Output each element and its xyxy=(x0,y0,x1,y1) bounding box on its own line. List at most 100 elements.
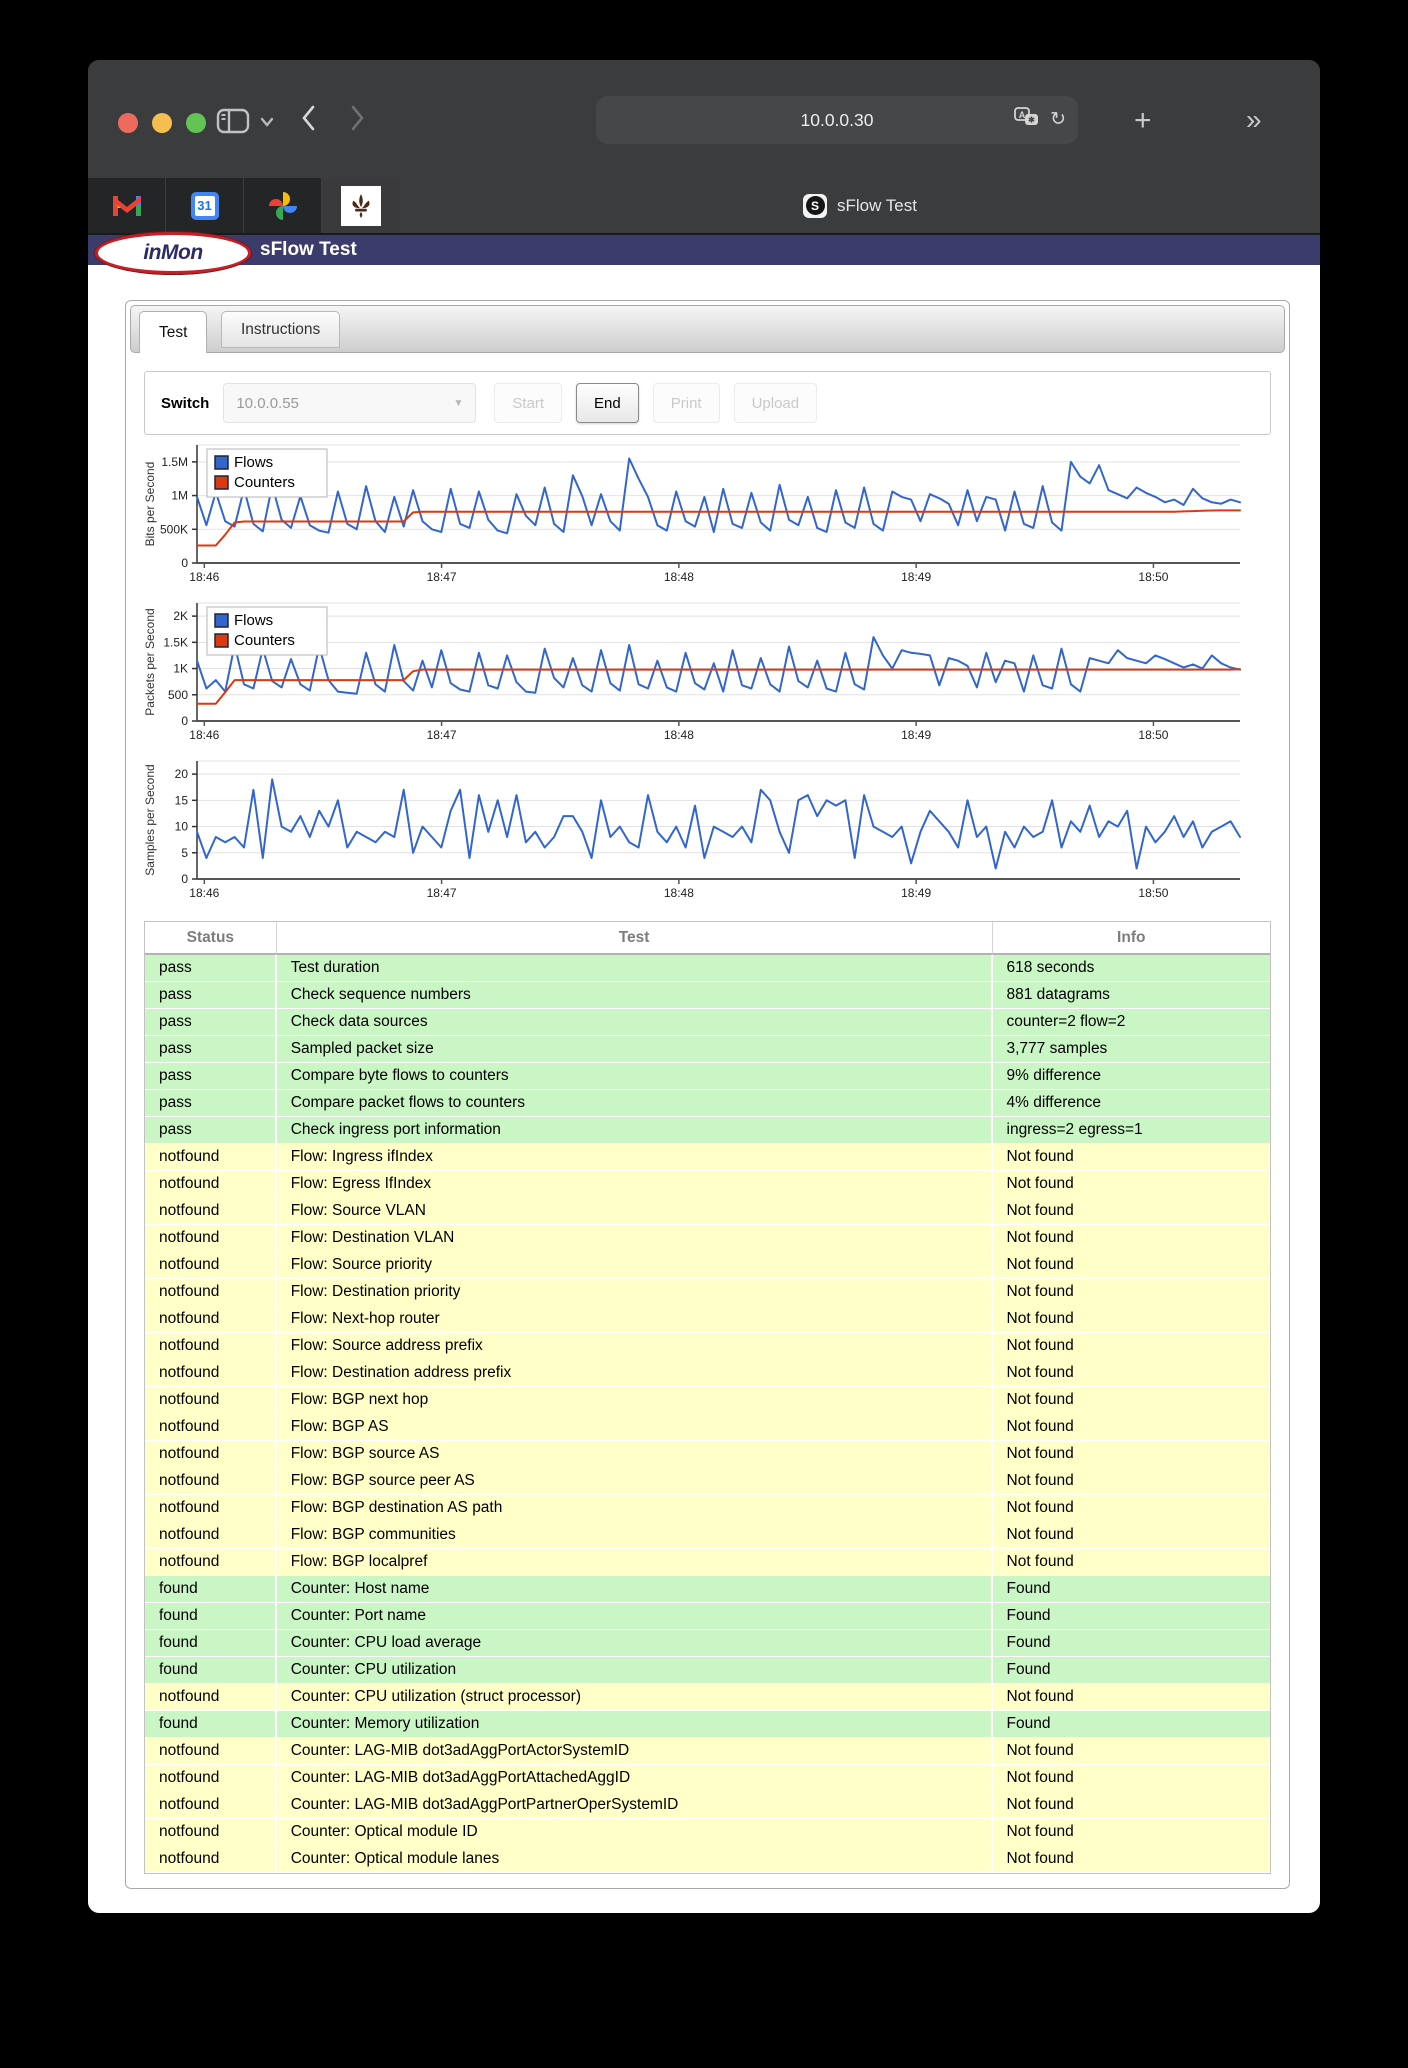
svg-text:18:47: 18:47 xyxy=(427,728,457,742)
svg-text:Flows: Flows xyxy=(234,454,273,471)
table-row: found Counter: CPU load average Found xyxy=(145,1630,1270,1657)
table-row: notfound Flow: Ingress ifIndex Not found xyxy=(145,1144,1270,1171)
tabs-nav: Test Instructions xyxy=(130,305,1285,353)
table-row: notfound Flow: BGP source AS Not found xyxy=(145,1441,1270,1468)
switch-label: Switch xyxy=(161,394,210,412)
new-tab-button[interactable]: + xyxy=(1134,104,1152,138)
table-row: notfound Counter: Optical module ID Not fo… xyxy=(145,1819,1270,1846)
svg-text:Counters: Counters xyxy=(234,632,295,649)
table-row: found Counter: Host name Found xyxy=(145,1576,1270,1603)
test-header: Test xyxy=(276,922,993,955)
page-title: sFlow Test xyxy=(260,239,357,260)
close-window-button[interactable] xyxy=(118,113,138,133)
upload-button[interactable]: Upload xyxy=(733,383,818,423)
table-row: notfound Flow: BGP communities Not found xyxy=(145,1522,1270,1549)
bits-per-second-svg: 0 500K 1M 1.5M 18:46 18:47 18:48 18:49 18:50 Bits… xyxy=(144,444,1241,584)
zoom-window-button[interactable] xyxy=(186,113,206,133)
samples-per-second-svg: 0 5 10 15 20 18:46 18:47 18:48 18:49 18:50 Samples… xyxy=(144,760,1241,900)
tab-instructions[interactable]: Instructions xyxy=(221,311,341,348)
results-table-body: pass Test duration 618 seconds pass Check se… xyxy=(145,955,1270,1873)
svg-text:0: 0 xyxy=(181,872,188,886)
browser-toolbar: 10.0.0.30 A ✱ ↻ + » xyxy=(88,60,1320,178)
svg-text:1.5K: 1.5K xyxy=(163,635,188,649)
browser-window: 10.0.0.30 A ✱ ↻ + » 31 S sFlow Test inMo… xyxy=(88,60,1320,1913)
table-row: notfound Counter: LAG-MIB dot3adAggPortPa… xyxy=(145,1792,1270,1819)
svg-text:18:46: 18:46 xyxy=(189,886,219,900)
pinned-tab-calendar[interactable]: 31 xyxy=(166,178,244,233)
svg-text:18:46: 18:46 xyxy=(189,728,219,742)
status-header: Status xyxy=(145,922,277,955)
svg-text:18:50: 18:50 xyxy=(1138,728,1168,742)
table-row: found Counter: Memory utilization Found xyxy=(145,1711,1270,1738)
svg-text:18:48: 18:48 xyxy=(664,570,694,584)
svg-text:A: A xyxy=(1019,110,1026,120)
show-more-tabs-icon[interactable]: » xyxy=(1246,104,1262,136)
print-button[interactable]: Print xyxy=(652,383,720,423)
active-tab[interactable]: S sFlow Test xyxy=(400,178,1320,233)
tab-strip: 31 S sFlow Test xyxy=(88,178,1320,235)
reload-icon[interactable]: ↻ xyxy=(1050,108,1066,131)
bits-per-second-chart: 0 500K 1M 1.5M 18:46 18:47 18:48 18:49 18:50 Bits… xyxy=(144,441,1271,593)
table-row: notfound Flow: BGP AS Not found xyxy=(145,1414,1270,1441)
translate-icon[interactable]: A ✱ xyxy=(1014,106,1040,133)
table-row: pass Sampled packet size 3,777 samples xyxy=(145,1036,1270,1063)
url-text: 10.0.0.30 xyxy=(800,109,874,130)
svg-text:18:50: 18:50 xyxy=(1138,886,1168,900)
table-row: notfound Flow: Next-hop router Not found xyxy=(145,1306,1270,1333)
back-button[interactable] xyxy=(300,104,316,140)
tabs-widget: Test Instructions Switch 10.0.0.55 ▼ Sta… xyxy=(125,300,1290,1889)
pinned-tab-scouting[interactable] xyxy=(322,178,400,233)
table-row: notfound Flow: BGP source peer AS Not foun… xyxy=(145,1468,1270,1495)
start-button[interactable]: Start xyxy=(494,383,563,423)
svg-text:18:47: 18:47 xyxy=(427,570,457,584)
table-row: found Counter: CPU utilization Found xyxy=(145,1657,1270,1684)
svg-text:Flows: Flows xyxy=(234,612,273,629)
svg-text:18:47: 18:47 xyxy=(427,886,457,900)
table-row: pass Check data sources counter=2 flow=2 xyxy=(145,1009,1270,1036)
svg-text:15: 15 xyxy=(175,793,189,807)
svg-text:18:49: 18:49 xyxy=(901,728,931,742)
table-row: notfound Counter: CPU utilization (struct… xyxy=(145,1684,1270,1711)
svg-text:1M: 1M xyxy=(171,489,188,503)
chevron-down-icon[interactable] xyxy=(260,114,274,131)
sidebar-icon[interactable] xyxy=(216,108,250,139)
pinned-tab-photos[interactable] xyxy=(244,178,322,233)
table-row: notfound Flow: BGP localpref Not found xyxy=(145,1549,1270,1576)
table-row: notfound Flow: Source address prefix Not f… xyxy=(145,1333,1270,1360)
svg-text:0: 0 xyxy=(181,714,188,728)
select-arrow-icon: ▼ xyxy=(453,397,464,409)
fleur-de-lis-icon xyxy=(340,185,381,226)
samples-per-second-chart: 0 5 10 15 20 18:46 18:47 18:48 18:49 18:50 Samples… xyxy=(144,757,1271,909)
pinned-tab-gmail[interactable] xyxy=(88,178,166,233)
table-row: notfound Flow: Source priority Not found xyxy=(145,1252,1270,1279)
minimize-window-button[interactable] xyxy=(152,113,172,133)
window-controls xyxy=(118,113,206,133)
switch-select[interactable]: 10.0.0.55 ▼ xyxy=(223,383,477,423)
svg-text:2K: 2K xyxy=(173,609,188,623)
svg-text:Counters: Counters xyxy=(234,474,295,491)
tab-test[interactable]: Test xyxy=(139,311,208,353)
table-row: notfound Flow: Destination VLAN Not found xyxy=(145,1225,1270,1252)
table-row: notfound Flow: BGP destination AS path Not… xyxy=(145,1495,1270,1522)
packets-per-second-svg: 0 500 1K 1.5K 2K 18:46 18:47 18:48 18:49 18:50 Pac… xyxy=(144,602,1241,742)
end-button[interactable]: End xyxy=(576,383,639,423)
table-row: pass Compare packet flows to counters 4% d… xyxy=(145,1090,1270,1117)
address-bar[interactable]: 10.0.0.30 A ✱ ↻ xyxy=(596,96,1078,144)
svg-text:18:50: 18:50 xyxy=(1138,570,1168,584)
svg-text:5: 5 xyxy=(181,846,188,860)
svg-text:10: 10 xyxy=(175,820,189,834)
svg-text:18:49: 18:49 xyxy=(901,886,931,900)
table-row: notfound Counter: LAG-MIB dot3adAggPortAt… xyxy=(145,1765,1270,1792)
svg-text:✱: ✱ xyxy=(1028,116,1035,125)
web-page: inMon sFlow Test Test Instructions Switc… xyxy=(88,232,1320,1913)
svg-text:Samples per Second: Samples per Second xyxy=(144,764,157,875)
forward-button[interactable] xyxy=(350,104,366,140)
svg-text:1.5M: 1.5M xyxy=(161,455,188,469)
packets-per-second-chart: 0 500 1K 1.5K 2K 18:46 18:47 18:48 18:49 18:50 Pac… xyxy=(144,599,1271,751)
svg-text:500: 500 xyxy=(168,688,188,702)
results-table: Status Test Info pass Test duration 618 se… xyxy=(144,921,1271,1874)
svg-text:18:49: 18:49 xyxy=(901,570,931,584)
table-row: pass Test duration 618 seconds xyxy=(145,955,1270,982)
table-header-row: Status Test Info xyxy=(145,922,1270,955)
gmail-icon xyxy=(111,190,143,222)
